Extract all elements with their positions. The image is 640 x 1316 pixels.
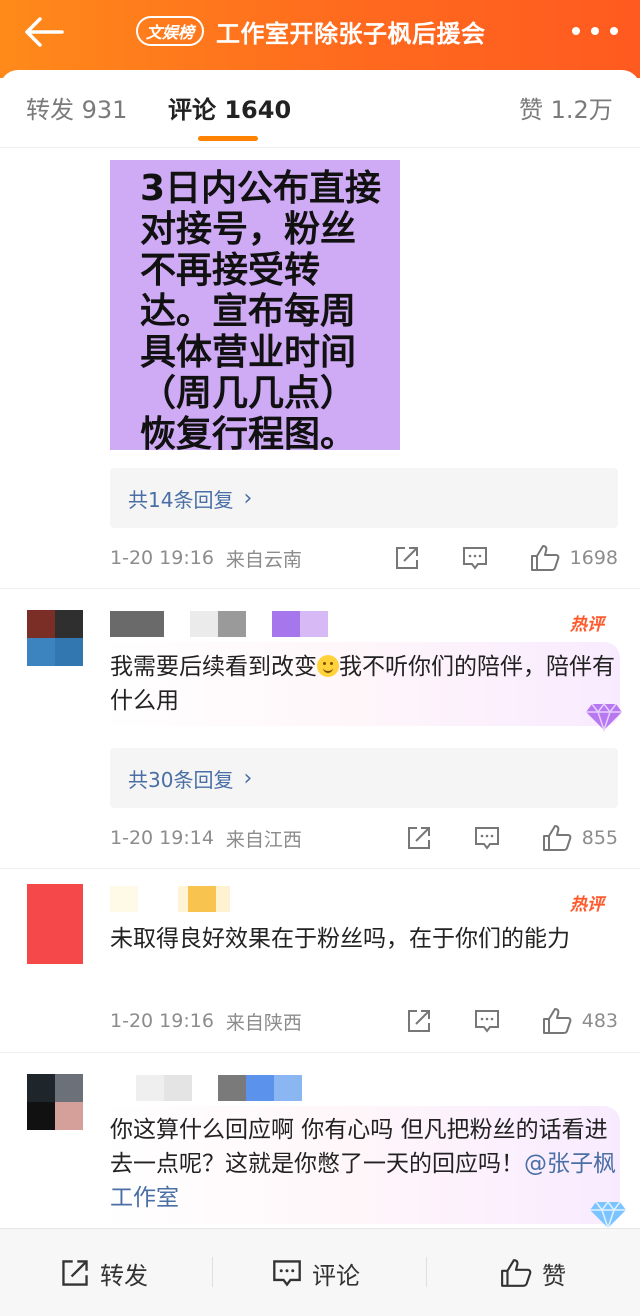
like-label: 赞	[542, 1261, 566, 1290]
hot-comment-badge: 热评	[570, 615, 604, 635]
avatar[interactable]	[27, 1074, 83, 1130]
more-dot-icon	[591, 27, 599, 35]
comment-meta: 1-20 19:14 来自江西 855	[110, 821, 618, 855]
like-button[interactable]: 483	[542, 1007, 618, 1035]
comment-icon	[273, 1260, 301, 1287]
like-button[interactable]: 855	[542, 824, 618, 852]
tab-likes[interactable]: 赞 1.2万	[519, 90, 613, 125]
comment-icon	[462, 547, 487, 570]
comment-actions: 1698	[394, 541, 618, 575]
reply-button[interactable]	[462, 545, 488, 571]
more-dot-icon	[610, 27, 618, 35]
comment-location: 来自江西	[225, 828, 302, 851]
thumbs-up-icon	[501, 1259, 532, 1287]
comment-text: 我需要后续看到改变 我不听你们的陪伴，陪伴有什么用	[110, 650, 622, 718]
comment-time: 1-20 19:14	[110, 827, 214, 849]
comment-text-part: 我需要后续看到改变	[110, 654, 317, 680]
more-options-button[interactable]	[572, 16, 618, 46]
thumbs-up-icon	[542, 1008, 572, 1034]
separator	[212, 1257, 213, 1287]
share-icon	[395, 547, 418, 569]
divider	[0, 588, 640, 589]
tab-comments[interactable]: 评论 1640	[168, 90, 291, 125]
share-button[interactable]	[394, 545, 420, 571]
comment-location: 来自陕西	[225, 1011, 302, 1034]
reply-button[interactable]	[474, 825, 500, 851]
like-count: 483	[581, 1010, 618, 1032]
active-tab-indicator	[198, 136, 258, 141]
like-bar-button[interactable]: 赞	[500, 1229, 566, 1316]
comment-time: 1-20 19:16	[110, 1010, 214, 1032]
thumbs-up-icon	[542, 825, 572, 851]
comment-time: 1-20 19:16	[110, 547, 214, 569]
divider	[0, 1052, 640, 1053]
comment-actions: 855	[406, 821, 618, 855]
repost-button[interactable]: 转发	[60, 1229, 148, 1316]
back-arrow-icon	[25, 17, 64, 47]
comment-image[interactable]: 3日内公布直接对接号，粉丝不再接受转达。宣布每周具体营业时间（周几几点）恢复行程…	[110, 160, 400, 455]
top-header: 文娱榜 工作室开除张子枫后援会	[0, 0, 640, 78]
comment-text: 未取得良好效果在于粉丝吗，在于你们的能力	[110, 926, 570, 952]
comment-location: 来自云南	[225, 548, 302, 571]
replies-label: 共14条回复	[128, 487, 234, 512]
page-title: 工作室开除张子枫后援会	[216, 19, 486, 48]
reply-button[interactable]	[474, 1008, 500, 1034]
more-dot-icon	[572, 27, 580, 35]
username[interactable]	[110, 886, 250, 912]
share-icon	[407, 1010, 430, 1032]
tab-repost[interactable]: 转发 931	[26, 90, 127, 125]
username[interactable]	[110, 611, 330, 637]
separator	[426, 1257, 427, 1287]
comment-label: 评论	[312, 1261, 360, 1290]
comment-meta: 1-20 19:16 来自云南 1698	[110, 541, 618, 575]
chevron-right-icon: ›	[243, 765, 253, 791]
like-count: 1698	[569, 547, 618, 569]
gem-badge-icon	[590, 1200, 626, 1230]
thumbs-up-icon	[530, 545, 560, 571]
share-button[interactable]	[406, 825, 432, 851]
image-text: 3日内公布直接对接号，粉丝不再接受转达。宣布每周具体营业时间（周几几点）恢复行程…	[140, 168, 382, 455]
comment-icon	[474, 827, 499, 850]
back-button[interactable]	[22, 12, 68, 52]
repost-label: 转发	[100, 1261, 148, 1290]
smile-emoji-icon	[317, 655, 339, 677]
comment-actions: 483	[406, 1004, 618, 1038]
tab-bar: 转发 931 评论 1640 赞 1.2万	[0, 70, 640, 148]
comment-text: 你这算什么回应啊 你有心吗 但凡把粉丝的话看进去一点呢？这就是你憋了一天的回应吗…	[110, 1113, 622, 1215]
username[interactable]	[110, 1075, 310, 1101]
brand-badge[interactable]: 文娱榜	[136, 16, 205, 46]
view-replies-button[interactable]: 共14条回复 ›	[110, 468, 618, 528]
divider	[0, 868, 640, 869]
comment-meta: 1-20 19:16 来自陕西 483	[110, 1004, 618, 1038]
like-button[interactable]: 1698	[530, 544, 618, 572]
view-replies-button[interactable]: 共30条回复 ›	[110, 748, 618, 808]
header-center: 文娱榜 工作室开除张子枫后援会	[136, 14, 486, 48]
share-icon	[62, 1260, 88, 1286]
avatar[interactable]	[27, 884, 83, 964]
bottom-action-bar: 转发 评论 赞	[0, 1228, 640, 1316]
like-count: 855	[581, 827, 618, 849]
chevron-right-icon: ›	[243, 485, 253, 511]
hot-comment-badge: 热评	[570, 895, 604, 915]
gem-badge-icon	[586, 702, 622, 732]
comment-icon	[474, 1010, 499, 1033]
avatar[interactable]	[27, 610, 83, 666]
share-button[interactable]	[406, 1008, 432, 1034]
share-icon	[407, 827, 430, 849]
comment-button[interactable]: 评论	[272, 1229, 360, 1316]
replies-label: 共30条回复	[128, 767, 234, 792]
